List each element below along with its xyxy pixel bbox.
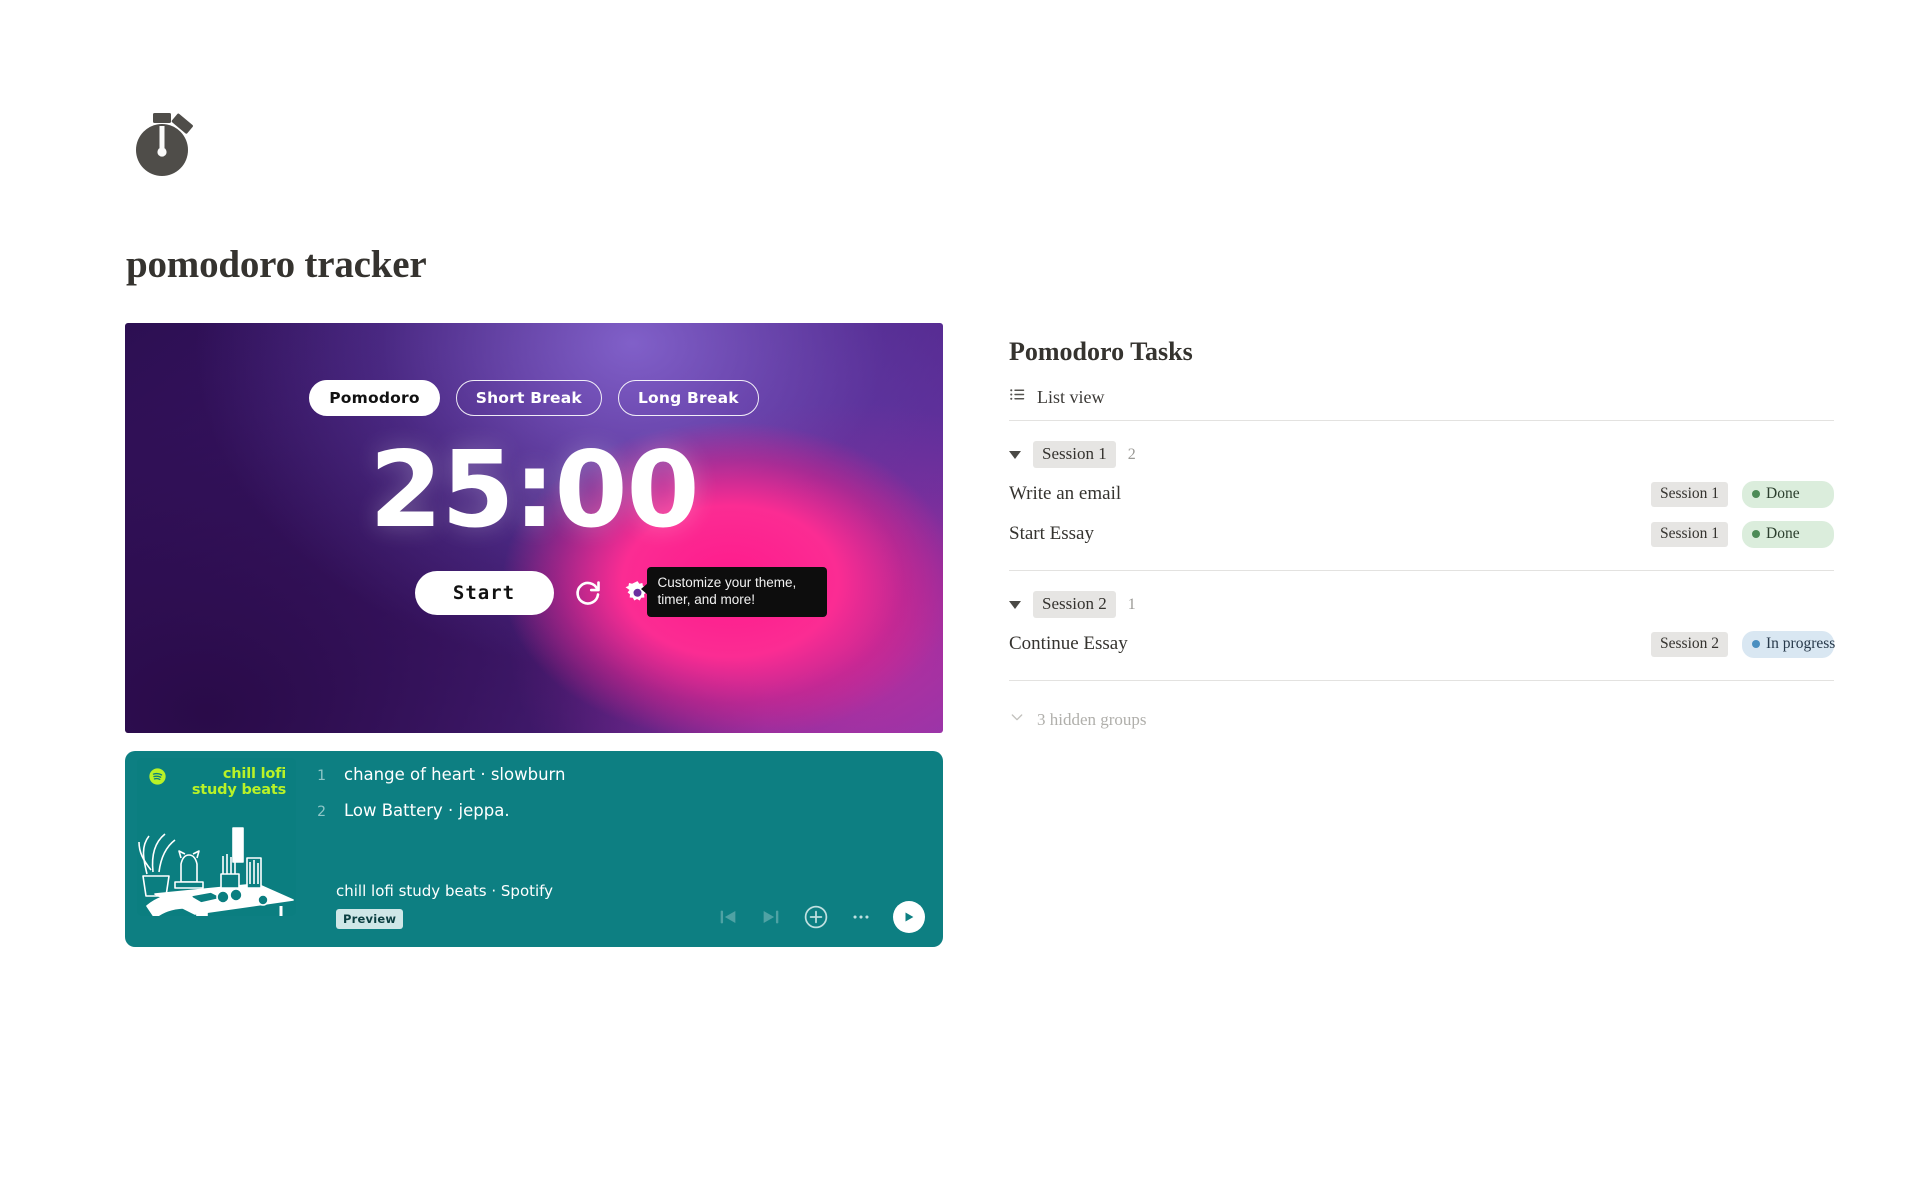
tab-pomodoro[interactable]: Pomodoro xyxy=(309,380,440,416)
album-title-line1: chill lofi xyxy=(222,766,286,782)
stopwatch-icon xyxy=(126,108,198,180)
ellipsis-icon[interactable] xyxy=(850,906,872,928)
chevron-down-icon xyxy=(1009,709,1025,730)
reset-icon[interactable] xyxy=(572,577,604,609)
tab-long-break[interactable]: Long Break xyxy=(617,380,759,416)
panel-divider xyxy=(1009,680,1834,681)
list-view-label: List view xyxy=(1037,386,1105,407)
task-tag: Session 2 xyxy=(1651,631,1728,657)
group-count: 2 xyxy=(1127,445,1136,463)
table-row[interactable]: Start Essay Session 1 Done xyxy=(1009,514,1834,554)
settings-tooltip: Customize your theme, timer, and more! xyxy=(640,567,827,617)
caret-down-icon[interactable] xyxy=(1009,600,1021,609)
start-button[interactable]: Start xyxy=(414,571,554,615)
album-illustration xyxy=(137,796,296,916)
task-title: Continue Essay xyxy=(1009,633,1128,654)
table-row[interactable]: Write an email Session 1 Done xyxy=(1009,474,1834,514)
list-item[interactable]: 2 Low Battery · jeppa. xyxy=(313,801,927,837)
task-tag: Session 1 xyxy=(1651,521,1728,547)
status-dot-icon xyxy=(1752,639,1760,648)
list-item[interactable]: 1 change of heart · slowburn xyxy=(313,765,927,801)
album-title: chill lofi study beats xyxy=(192,766,286,799)
timer-controls: Start Customize your theme, timer, and m… xyxy=(414,567,827,617)
pomodoro-tasks-panel: Pomodoro Tasks List view Session 1 2 Wri… xyxy=(1009,337,1836,730)
spotify-controls xyxy=(717,901,925,933)
caret-down-icon[interactable] xyxy=(1009,450,1021,459)
skip-forward-icon[interactable] xyxy=(760,906,782,928)
play-icon[interactable] xyxy=(893,901,925,933)
table-row[interactable]: Continue Essay Session 2 In progress xyxy=(1009,624,1836,664)
status-dot-icon xyxy=(1752,529,1760,538)
skip-back-icon[interactable] xyxy=(717,906,739,928)
spotify-logo-icon xyxy=(149,768,166,790)
panel-divider xyxy=(1009,420,1834,421)
task-tag: Session 1 xyxy=(1651,481,1728,507)
group-chip: Session 2 xyxy=(1033,591,1116,618)
status-label: In progress xyxy=(1766,634,1836,652)
album-art: chill lofi study beats xyxy=(137,758,296,916)
group-count: 1 xyxy=(1127,595,1136,613)
tab-short-break[interactable]: Short Break xyxy=(455,380,602,416)
list-icon xyxy=(1009,386,1026,408)
status-label: Done xyxy=(1766,484,1800,502)
list-view-switcher[interactable]: List view xyxy=(1009,386,1834,420)
group-header-session-2[interactable]: Session 2 1 xyxy=(1009,591,1834,618)
timer-display: 25:00 xyxy=(369,429,699,551)
spotify-main: 1 change of heart · slowburn 2 Low Batte… xyxy=(303,751,943,947)
plus-circle-icon[interactable] xyxy=(803,904,829,930)
track-name: change of heart · slowburn xyxy=(344,765,566,784)
page-root: pomodoro tracker Pomodoro Short Break Lo… xyxy=(0,0,1920,1199)
page-header xyxy=(126,108,198,180)
task-title: Write an email xyxy=(1009,483,1122,504)
track-name: Low Battery · jeppa. xyxy=(344,801,510,820)
timer-mode-tabs: Pomodoro Short Break Long Break xyxy=(309,380,759,416)
pomodoro-timer-widget: Pomodoro Short Break Long Break 25:00 St… xyxy=(125,323,943,733)
panel-divider xyxy=(1009,570,1834,571)
album-art-wrapper: chill lofi study beats xyxy=(125,751,303,947)
spotify-embed: chill lofi study beats 1 change of heart… xyxy=(125,751,943,947)
status-badge: Done xyxy=(1742,520,1834,548)
status-label: Done xyxy=(1766,524,1800,542)
group-header-session-1[interactable]: Session 1 2 xyxy=(1009,441,1834,468)
status-badge: Done xyxy=(1742,480,1834,508)
group-chip: Session 1 xyxy=(1033,441,1116,468)
preview-badge: Preview xyxy=(336,909,404,929)
page-title: pomodoro tracker xyxy=(126,243,427,286)
status-badge: In progress xyxy=(1742,630,1836,658)
tasks-title: Pomodoro Tasks xyxy=(1009,337,1193,366)
playlist-subtitle: chill lofi study beats · Spotify xyxy=(336,882,554,900)
task-title: Start Essay xyxy=(1009,523,1094,544)
hidden-groups-toggle[interactable]: 3 hidden groups xyxy=(1009,709,1834,730)
status-dot-icon xyxy=(1752,489,1760,498)
track-number: 2 xyxy=(317,804,326,820)
hidden-groups-label: 3 hidden groups xyxy=(1037,709,1147,729)
track-number: 1 xyxy=(317,768,326,784)
